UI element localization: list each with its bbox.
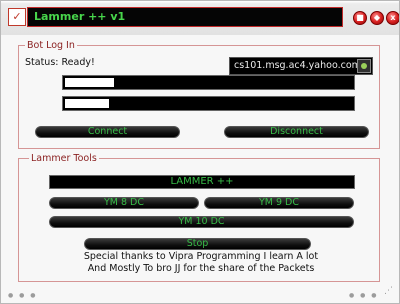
disconnect-button[interactable]: Disconnect: [224, 126, 369, 138]
title-box: Lammer ++ v1: [27, 7, 343, 27]
thanks-line-2: And Mostly To bro JJ for the share of th…: [87, 263, 315, 274]
window-title: Lammer ++ v1: [34, 10, 126, 23]
left-bottom-dots: ● ● ●: [8, 292, 38, 299]
close-button[interactable]: x: [386, 11, 399, 25]
stop-button[interactable]: Stop: [84, 238, 311, 250]
app-logo-icon[interactable]: ✓: [8, 8, 26, 26]
dropdown-icon: [361, 63, 367, 69]
resize-grip-icon[interactable]: ⋰: [384, 286, 395, 296]
bot-login-group: Bot Log In Status: Ready! cs101.msg.ac4.…: [18, 39, 380, 149]
title-bar[interactable]: ✓ Lammer ++ v1 ■ ◆ x: [1, 1, 399, 35]
username-field[interactable]: [62, 75, 355, 90]
connect-button[interactable]: Connect: [35, 126, 180, 138]
thanks-line-1: Special thanks to Vipra Programming I le…: [83, 251, 319, 262]
server-value: cs101.msg.ac4.yahoo.com: [234, 60, 361, 71]
right-bottom-dots: ● ● ●: [349, 292, 379, 299]
ym9-dc-button[interactable]: YM 9 DC: [204, 197, 354, 209]
lammer-banner: LAMMER ++: [49, 175, 355, 189]
restore-button[interactable]: ◆: [370, 11, 384, 25]
minimize-button[interactable]: ■: [353, 11, 367, 25]
username-fill: [65, 78, 114, 87]
app-window: ✓ Lammer ++ v1 ■ ◆ x Bot Log In Status: …: [0, 0, 400, 304]
server-select[interactable]: cs101.msg.ac4.yahoo.com: [229, 57, 373, 75]
lammer-tools-legend: Lammer Tools: [29, 152, 99, 165]
dropdown-button[interactable]: [357, 59, 371, 73]
password-field[interactable]: [62, 96, 355, 111]
password-fill: [65, 99, 109, 108]
ym10-dc-button[interactable]: YM 10 DC: [49, 216, 354, 228]
bot-login-legend: Bot Log In: [25, 39, 77, 52]
status-text: Status: Ready!: [25, 57, 95, 68]
ym8-dc-button[interactable]: YM 8 DC: [49, 197, 199, 209]
